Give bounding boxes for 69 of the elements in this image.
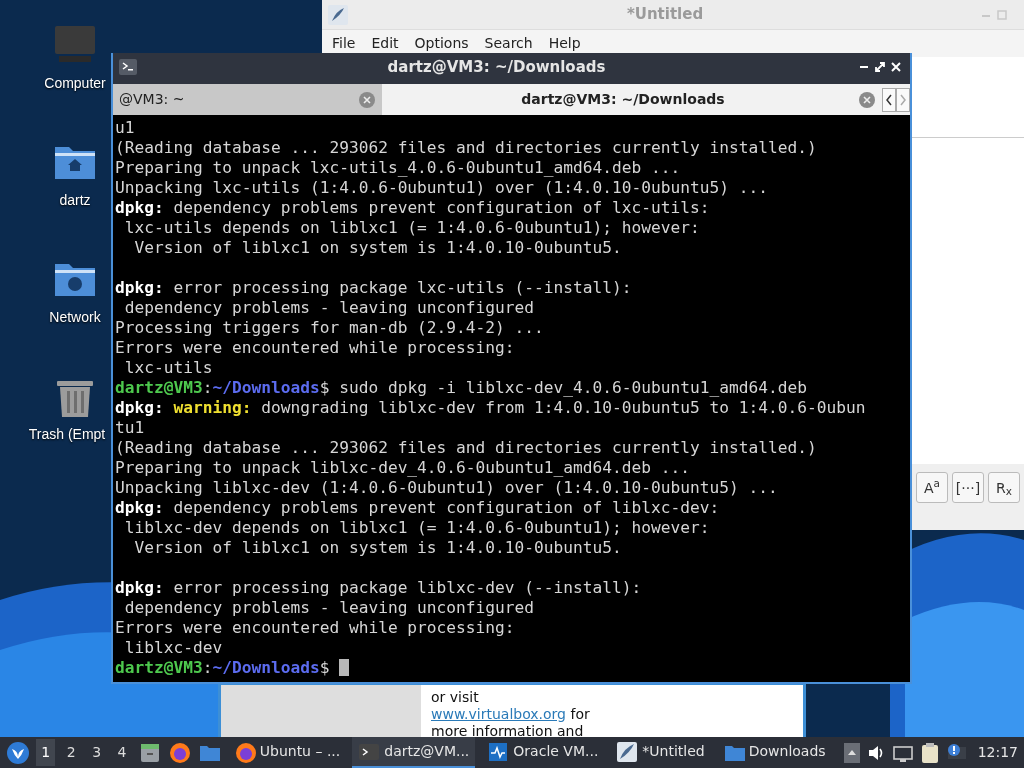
taskbar-task[interactable]: Ubuntu – ... — [227, 737, 347, 768]
browser-icon[interactable] — [167, 740, 192, 765]
terminal-line: Version of liblxc1 on system is 1:4.0.10-0ubuntu5. — [133, 538, 623, 558]
terminal-line: dependency problems - leaving unconfigured — [123, 598, 536, 618]
workspace-button[interactable]: 2 — [61, 739, 81, 766]
search-option-toggle[interactable]: [···] — [952, 472, 984, 503]
taskbar-task[interactable]: Downloads — [716, 737, 832, 768]
feather-icon — [616, 740, 639, 763]
terminal-line: Preparing to unpack liblxc-dev_4.0.6-0ubuntu1_amd64.deb ... — [115, 458, 691, 478]
terminal-line: Unpacking lxc-utils (1:4.0.6-0ubuntu1) over (1:4.0.10-0ubuntu5) ... — [115, 178, 769, 198]
terminal-line: dpkg: dependency problems prevent configuration of liblxc-dev: — [115, 498, 721, 518]
terminal-line: dpkg: dependency problems prevent configuration of lxc-utils: — [115, 198, 711, 218]
info-text: or visit www.virtualbox.org for more information and — [430, 688, 591, 737]
close-tab-icon[interactable] — [358, 90, 376, 109]
search-option-toggle[interactable]: A$^{a}$ — [916, 472, 948, 503]
terminal-line: lxc-utils depends on liblxc1 (= 1:4.0.6-0ubuntu1); however: — [123, 218, 701, 238]
desktop-icon-label: Computer — [44, 74, 106, 92]
terminal-line: Unpacking liblxc-dev (1:4.0.6-0ubuntu1) over (1:4.0.10-0ubuntu5) ... — [115, 478, 779, 498]
clock[interactable]: 12:17 — [977, 742, 1018, 763]
desktop-icon-label: Trash (Empt — [28, 425, 106, 443]
terminal-line: dpkg: error processing package liblxc-dev (--install): — [115, 578, 643, 598]
link[interactable]: www.virtualbox.org — [431, 706, 566, 722]
menu-item[interactable]: File — [326, 33, 362, 54]
window-title: dartz@VM3: ~/Downloads — [386, 56, 607, 78]
browser-icon — [233, 740, 256, 763]
terminal-line: Processing triggers for man-db (2.9.4-2) ... — [115, 318, 545, 338]
workspace-button[interactable]: 1 — [36, 739, 56, 766]
taskbar-task[interactable]: *Untitled — [610, 737, 711, 768]
terminal-line: Version of liblxc1 on system is 1:4.0.10-0ubuntu5. — [133, 238, 623, 258]
terminal-line: liblxc-dev — [123, 638, 224, 658]
scroll-left-button[interactable] — [882, 87, 896, 112]
maximize-icon[interactable] — [872, 59, 888, 75]
terminal-line: dpkg: warning: downgrading liblxc-dev from 1:4.0.10-0ubuntu5 to 1:4.0.6-0ubun — [115, 398, 867, 418]
terminal-line: dependency problems - leaving unconfigured — [123, 298, 536, 318]
taskbar-task[interactable]: dartz@VM... — [352, 737, 476, 768]
chevron-left-icon — [884, 92, 894, 107]
terminal-line: (Reading database ... 293062 files and directories currently installed.) — [115, 438, 818, 458]
workspace-button[interactable]: 3 — [86, 739, 107, 766]
desktop-icon-label: Network — [49, 308, 101, 326]
taskbar-task[interactable]: Oracle VM... — [481, 737, 605, 768]
close-tab-icon[interactable] — [858, 90, 876, 109]
terminal-icon — [119, 59, 137, 75]
terminal-tab[interactable]: dartz@VM3: ~/Downloads — [382, 84, 882, 115]
tray-expand-icon[interactable] — [843, 742, 860, 763]
terminal-line: Errors were encountered while processing: — [115, 338, 516, 358]
menu-item[interactable]: Search — [478, 33, 539, 54]
clipboard-icon[interactable] — [919, 741, 940, 764]
terminal-line: Errors were encountered while processing: — [115, 618, 516, 638]
terminal-line: dartz@VM3:~/Downloads$ — [115, 658, 910, 678]
workspace-button[interactable]: 4 — [112, 739, 132, 766]
chevron-right-icon — [898, 92, 908, 107]
start-menu-icon[interactable] — [6, 740, 30, 765]
feather-icon — [328, 4, 348, 25]
terminal-line: lxc-utils — [123, 358, 214, 378]
search-option-toggle[interactable]: R$_{x}$ — [988, 472, 1020, 503]
menu-item[interactable]: Options — [408, 33, 475, 54]
window-title: *Untitled — [625, 4, 705, 26]
terminal-line: tu1 — [115, 418, 146, 438]
terminal-line: dpkg: error processing package lxc-utils (--install): — [115, 278, 633, 298]
terminal-line: dartz@VM3:~/Downloads$ sudo dpkg -i liblxc-dev_4.0.6-0ubuntu1_amd64.deb — [115, 378, 808, 398]
terminal-tab[interactable]: @VM3: ~ — [113, 84, 382, 115]
terminal-line: (Reading database ... 293062 files and directories currently installed.) — [115, 138, 818, 158]
terminal-line: Preparing to unpack lxc-utils_4.0.6-0ubuntu1_amd64.deb ... — [115, 158, 682, 178]
menu-item[interactable]: Edit — [365, 33, 405, 54]
terminal-line: liblxc-dev depends on liblxc1 (= 1:4.0.6-0ubuntu1); however: — [123, 518, 711, 538]
menu-item[interactable]: Help — [542, 33, 587, 54]
monitor-graph-icon — [487, 740, 510, 763]
terminal-line: u1 — [115, 118, 136, 138]
desktop-icon-label: dartz — [59, 191, 91, 209]
